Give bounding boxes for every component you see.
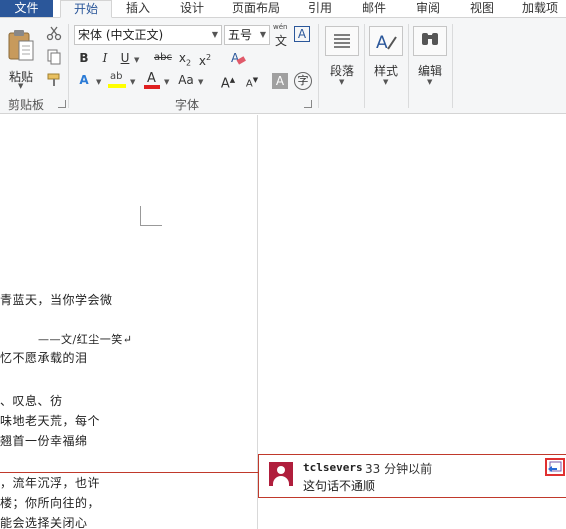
paragraph-button[interactable]: 段落 ▼ bbox=[324, 24, 360, 94]
grow-font-glyph: A bbox=[220, 76, 230, 92]
char-shading-button[interactable]: A bbox=[272, 73, 288, 89]
doc-line-4[interactable]: 、叹息、彷 bbox=[0, 392, 63, 409]
char-border-button[interactable]: A bbox=[294, 26, 310, 42]
change-case-button[interactable]: Aa bbox=[176, 70, 196, 90]
clipboard-group-label: 剪贴板 bbox=[8, 98, 45, 112]
tab-mailings[interactable]: 邮件 bbox=[356, 0, 392, 18]
comment-text[interactable]: 这句话不通顺 bbox=[303, 477, 375, 494]
highlight-pen-icon: ab bbox=[110, 71, 123, 82]
chevron-down-icon[interactable]: ▼ bbox=[260, 26, 266, 44]
paragraph-icon-box bbox=[325, 26, 359, 56]
group-separator bbox=[68, 24, 69, 108]
phonetic-char: 文 bbox=[275, 34, 288, 48]
find-binoculars-icon bbox=[422, 33, 438, 45]
highlight-button[interactable]: ab bbox=[108, 71, 128, 91]
phonetic-pinyin: wén bbox=[273, 23, 288, 31]
chevron-down-icon[interactable]: ▼ bbox=[198, 78, 203, 86]
font-family-combo[interactable]: 宋体 (中文正文) ▼ bbox=[74, 25, 222, 45]
tab-references[interactable]: 引用 bbox=[302, 0, 338, 18]
group-separator bbox=[318, 24, 319, 108]
font-size-value: 五号 bbox=[228, 28, 253, 42]
cut-icon[interactable] bbox=[46, 25, 62, 41]
highlight-swatch bbox=[108, 84, 126, 88]
chevron-down-icon[interactable]: ▼ bbox=[164, 78, 169, 86]
clipboard-launcher-icon[interactable] bbox=[58, 100, 66, 108]
enclose-char-button[interactable]: 字 bbox=[294, 72, 312, 90]
chevron-down-icon: ▼ bbox=[18, 82, 24, 90]
font-launcher-icon[interactable] bbox=[304, 100, 312, 108]
shrink-font-button[interactable]: A▼ bbox=[244, 70, 260, 90]
editing-icon-box bbox=[413, 26, 447, 56]
font-color-button[interactable]: A bbox=[144, 71, 162, 91]
tab-page-layout[interactable]: 页面布局 bbox=[226, 0, 286, 18]
tab-addins[interactable]: 加载项 bbox=[516, 0, 564, 18]
comment-anchor-line bbox=[0, 472, 258, 473]
tab-insert[interactable]: 插入 bbox=[120, 0, 156, 18]
bold-button[interactable]: B bbox=[76, 48, 92, 68]
comment-author: tclsevers bbox=[303, 461, 363, 474]
comment-balloon[interactable]: tclsevers 33 分钟以前 这句话不通顺 bbox=[258, 454, 566, 498]
styles-icon: A bbox=[376, 33, 397, 53]
font-color-swatch bbox=[144, 85, 160, 89]
avatar-head bbox=[277, 466, 285, 474]
phonetic-guide-button[interactable]: wén 文 bbox=[273, 23, 291, 48]
doc-line-3[interactable]: 忆不愿承载的泪 bbox=[0, 349, 88, 366]
font-size-combo[interactable]: 五号 ▼ bbox=[224, 25, 270, 45]
text-effects-button[interactable]: A bbox=[76, 70, 92, 90]
doc-line-2[interactable]: ——文/红尘一笑↵ bbox=[38, 331, 132, 347]
doc-line-7[interactable]: ，流年沉浮，也许 bbox=[0, 474, 100, 491]
underline-button[interactable]: U bbox=[118, 48, 132, 68]
doc-line-8[interactable]: 楼；你所向往的， bbox=[0, 494, 100, 511]
doc-line-1[interactable]: 青蓝天，当你学会微 bbox=[0, 291, 113, 308]
styles-button[interactable]: A 样式 ▼ bbox=[368, 24, 404, 94]
page-corner-mark bbox=[140, 206, 162, 226]
ribbon-tab-bar: 文件 开始 插入 设计 页面布局 引用 邮件 审阅 视图 加载项 bbox=[0, 0, 566, 18]
comment-time: 33 分钟以前 bbox=[365, 462, 433, 476]
group-separator bbox=[364, 24, 365, 108]
avatar bbox=[269, 462, 293, 486]
reply-comment-button[interactable] bbox=[545, 458, 565, 476]
tab-review[interactable]: 审阅 bbox=[410, 0, 446, 18]
paragraph-icon bbox=[334, 34, 350, 48]
copy-icon[interactable] bbox=[46, 49, 62, 65]
chevron-down-icon[interactable]: ▼ bbox=[96, 78, 101, 86]
editing-label: 编辑 bbox=[417, 64, 442, 78]
doc-line-5[interactable]: 味地老天荒，每个 bbox=[0, 412, 100, 429]
avatar-body bbox=[273, 476, 289, 486]
tab-home[interactable]: 开始 bbox=[60, 0, 112, 18]
styles-icon-box: A bbox=[369, 26, 403, 56]
subscript-button[interactable]: x2 bbox=[178, 48, 192, 68]
tab-file[interactable]: 文件 bbox=[0, 0, 53, 18]
paragraph-label: 段落 bbox=[329, 64, 354, 78]
svg-text:A: A bbox=[376, 33, 388, 53]
strikethrough-button[interactable]: abc bbox=[152, 48, 174, 68]
grow-font-button[interactable]: A▲ bbox=[220, 70, 236, 92]
tab-design[interactable]: 设计 bbox=[174, 0, 210, 18]
styles-label: 样式 bbox=[373, 64, 398, 78]
paste-button[interactable]: 粘贴 ▼ bbox=[4, 26, 38, 90]
font-family-value: 宋体 (中文正文) bbox=[78, 28, 164, 42]
chevron-down-icon[interactable]: ▼ bbox=[130, 78, 135, 86]
group-separator bbox=[408, 24, 409, 108]
superscript-button[interactable]: x2 bbox=[198, 48, 212, 68]
ribbon: 粘贴 ▼ 剪贴板 宋体 (中文正文) ▼ 五号 ▼ wén 文 A B I U … bbox=[0, 17, 566, 114]
shrink-font-glyph: A bbox=[245, 78, 253, 90]
tab-view[interactable]: 视图 bbox=[464, 0, 500, 18]
chevron-down-icon: ▼ bbox=[339, 78, 345, 86]
format-painter-icon[interactable] bbox=[46, 72, 62, 88]
reply-icon bbox=[548, 461, 562, 472]
group-separator bbox=[452, 24, 453, 108]
chevron-down-icon[interactable]: ▼ bbox=[212, 26, 218, 44]
italic-button[interactable]: I bbox=[98, 48, 112, 68]
chevron-down-icon: ▼ bbox=[383, 78, 389, 86]
font-color-glyph: A bbox=[147, 71, 156, 86]
editing-button[interactable]: 编辑 ▼ bbox=[412, 24, 448, 94]
doc-line-9[interactable]: 能会选择关闭心 bbox=[0, 514, 88, 529]
font-group-label: 字体 bbox=[175, 98, 200, 112]
chevron-down-icon[interactable]: ▼ bbox=[134, 56, 139, 64]
paste-icon bbox=[8, 30, 34, 61]
clear-formatting-icon[interactable]: A bbox=[230, 50, 246, 66]
doc-line-6[interactable]: 翘首一份幸福绵 bbox=[0, 432, 88, 449]
chevron-down-icon: ▼ bbox=[427, 78, 433, 86]
